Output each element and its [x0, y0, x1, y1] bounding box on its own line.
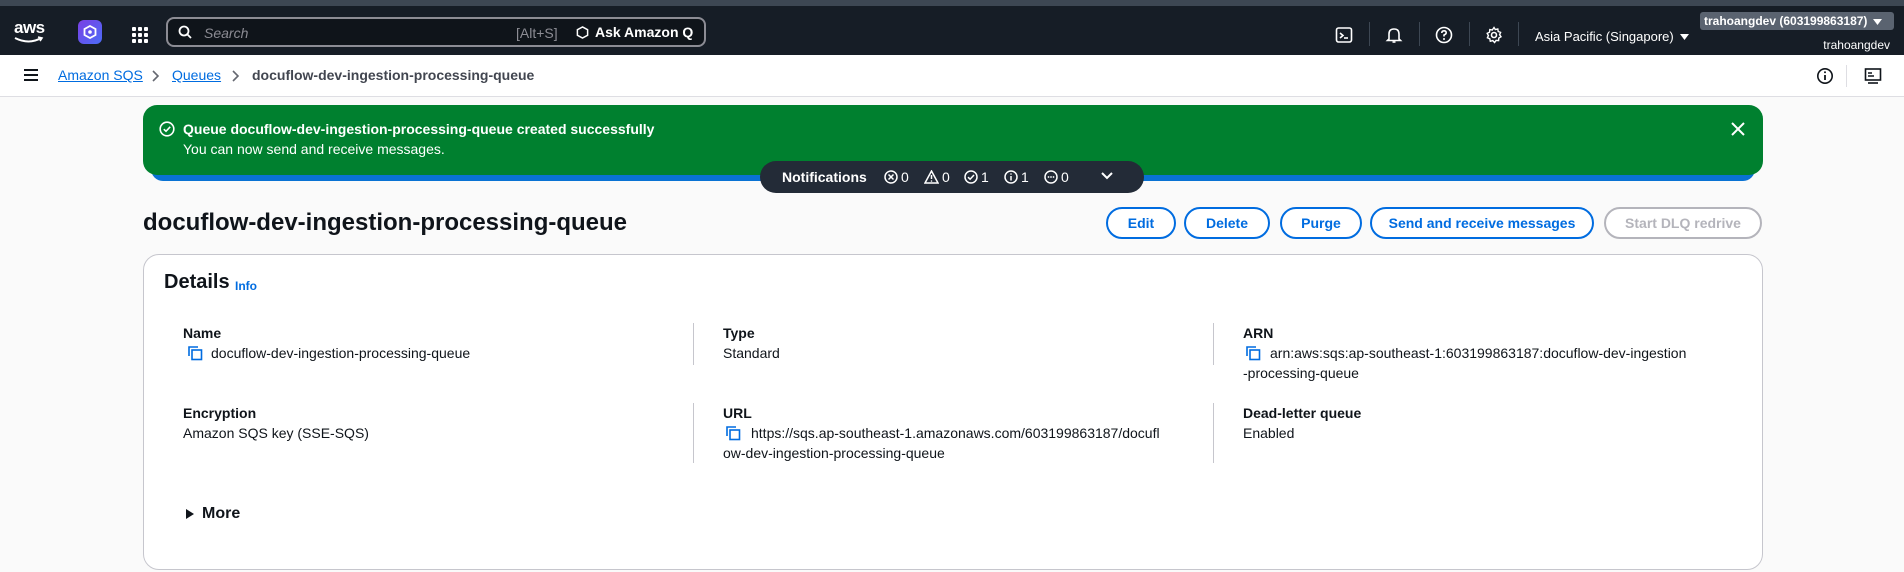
success-check-icon — [159, 121, 175, 137]
aws-logo-text: aws — [14, 18, 45, 37]
arn-label: ARN — [1243, 325, 1274, 341]
error-icon — [884, 170, 898, 184]
page-title: docuflow-dev-ingestion-processing-queue — [143, 209, 628, 236]
aws-logo[interactable]: aws — [14, 18, 50, 44]
arn-value-line2: -processing-queue — [1243, 365, 1359, 381]
dead-letter-queue-value: Enabled — [1243, 425, 1295, 441]
column-divider — [1213, 323, 1214, 365]
account-menu[interactable]: trahoangdev (603199863187) — [1700, 12, 1894, 30]
success-count: 1 — [964, 169, 989, 185]
search-bar[interactable]: Search [Alt+S] Ask Amazon Q — [166, 17, 706, 47]
amazon-q-icon — [576, 25, 589, 39]
help-icon[interactable] — [1435, 26, 1453, 44]
cloudshell-icon[interactable] — [1335, 26, 1353, 44]
send-receive-messages-button[interactable]: Send and receive messages — [1370, 207, 1594, 239]
start-dlq-redrive-button: Start DLQ redrive — [1604, 207, 1762, 239]
url-value-line1: https://sqs.ap-southeast-1.amazonaws.com… — [751, 425, 1160, 441]
caret-right-icon — [186, 509, 194, 519]
warning-icon — [924, 170, 939, 184]
success-icon — [964, 170, 978, 184]
nav-divider — [1469, 22, 1470, 46]
amazon-q-logo-icon[interactable] — [78, 20, 102, 44]
url-value-line2: ow-dev-ingestion-processing-queue — [723, 445, 945, 461]
in-progress-icon — [1044, 170, 1058, 184]
edit-button[interactable]: Edit — [1106, 207, 1176, 239]
info-panel-icon[interactable] — [1816, 67, 1834, 85]
notifications-bar[interactable]: Notifications 0 0 1 1 0 — [760, 161, 1144, 193]
info-icon — [1004, 170, 1018, 184]
url-label: URL — [723, 405, 752, 421]
settings-gear-icon[interactable] — [1485, 26, 1503, 44]
details-panel: Details Info Name docuflow-dev-ingestion… — [143, 254, 1763, 570]
name-value: docuflow-dev-ingestion-processing-queue — [211, 345, 471, 361]
copy-icon[interactable] — [1245, 345, 1261, 361]
in-progress-count: 0 — [1044, 169, 1069, 185]
aws-smile-icon — [14, 36, 44, 43]
region-selector[interactable]: Asia Pacific (Singapore) — [1535, 29, 1689, 44]
more-label: More — [202, 505, 241, 522]
type-label: Type — [723, 325, 755, 341]
chevron-right-icon — [152, 70, 160, 82]
caret-down-icon — [1872, 19, 1882, 25]
warning-count: 0 — [924, 169, 950, 185]
crumbbar-divider — [1846, 65, 1847, 87]
copy-icon[interactable] — [725, 425, 741, 441]
purge-button[interactable]: Purge — [1280, 207, 1362, 239]
column-divider — [693, 403, 694, 463]
more-expander[interactable]: More — [186, 505, 240, 523]
top-navigation: aws Search [Alt+S] Ask Amazon Q Asia Pac… — [0, 0, 1904, 55]
copy-icon[interactable] — [187, 345, 203, 361]
delete-button[interactable]: Delete — [1184, 207, 1270, 239]
breadcrumb-queues[interactable]: Queues — [172, 67, 221, 83]
info-count: 1 — [1004, 169, 1029, 185]
split-panel-icon[interactable] — [1864, 67, 1882, 85]
ask-amazon-q-label: Ask Amazon Q — [595, 24, 694, 40]
search-shortcut: [Alt+S] — [516, 25, 558, 41]
error-count-value: 0 — [901, 169, 909, 185]
menu-hamburger-icon[interactable] — [24, 69, 38, 81]
breadcrumb-bar: Amazon SQS Queues docuflow-dev-ingestion… — [0, 55, 1904, 97]
info-count-value: 1 — [1021, 169, 1029, 185]
search-icon — [178, 25, 192, 39]
caret-down-icon — [1679, 33, 1689, 40]
encryption-label: Encryption — [183, 405, 257, 421]
column-divider — [693, 323, 694, 365]
success-count-value: 1 — [981, 169, 989, 185]
dead-letter-queue-label: Dead-letter queue — [1243, 405, 1362, 421]
flash-message: You can now send and receive messages. — [183, 141, 445, 157]
arn-value-line1: arn:aws:sqs:ap-southeast-1:603199863187:… — [1270, 345, 1687, 361]
column-divider — [1213, 403, 1214, 463]
error-count: 0 — [884, 169, 909, 185]
region-label: Asia Pacific (Singapore) — [1535, 29, 1674, 44]
chevron-down-icon[interactable] — [1100, 171, 1114, 181]
notifications-label: Notifications — [782, 169, 867, 185]
chevron-right-icon — [232, 70, 240, 82]
breadcrumb-current: docuflow-dev-ingestion-processing-queue — [252, 67, 535, 83]
nav-divider — [1518, 22, 1519, 46]
services-grid-icon[interactable] — [132, 27, 148, 43]
nav-divider — [1369, 22, 1370, 46]
name-label: Name — [183, 325, 222, 341]
flash-title: Queue docuflow-dev-ingestion-processing-… — [183, 121, 655, 137]
in-progress-count-value: 0 — [1061, 169, 1069, 185]
search-placeholder: Search — [204, 25, 249, 41]
close-icon[interactable] — [1731, 122, 1745, 136]
type-value: Standard — [723, 345, 780, 361]
ask-amazon-q-button[interactable]: Ask Amazon Q — [576, 24, 693, 40]
notifications-bell-icon[interactable] — [1385, 26, 1403, 44]
details-title: Details — [164, 271, 230, 293]
breadcrumb-amazon-sqs[interactable]: Amazon SQS — [58, 67, 143, 83]
info-link[interactable]: Info — [235, 279, 257, 293]
encryption-value: Amazon SQS key (SSE-SQS) — [183, 425, 369, 441]
warning-count-value: 0 — [942, 169, 950, 185]
username: trahoangdev — [1823, 38, 1890, 52]
nav-divider — [1419, 22, 1420, 46]
account-label: trahoangdev (603199863187) — [1704, 14, 1868, 28]
